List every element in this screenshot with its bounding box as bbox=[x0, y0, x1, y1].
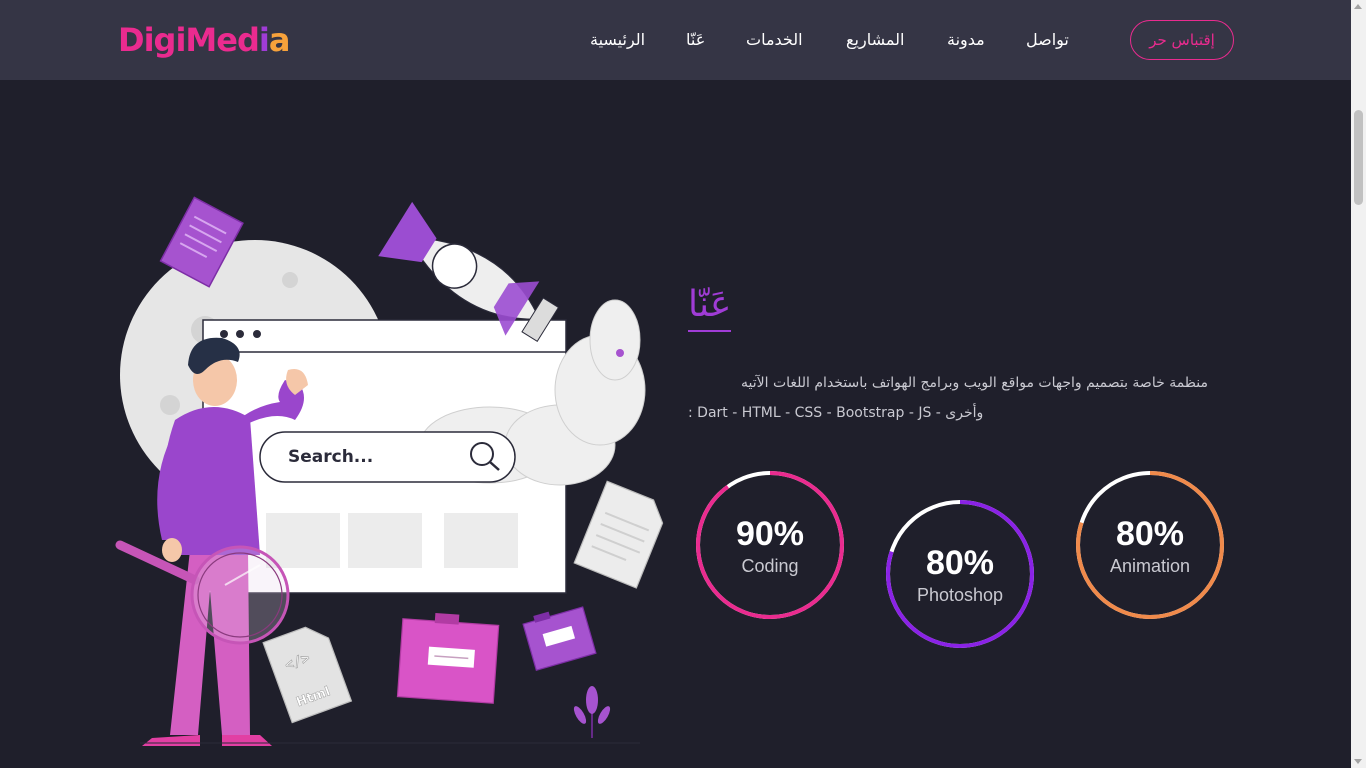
skill-label: Coding bbox=[741, 556, 799, 576]
navbar: DigiMedia الرئيسية عَنّا الخدمات المشاري… bbox=[0, 0, 1351, 80]
skill-circle-animation: 80% Animation bbox=[1074, 469, 1226, 621]
free-quote-button[interactable]: إقتباس حر bbox=[1130, 20, 1234, 60]
about-description-line1: منظمة خاصة بتصميم واجهات مواقع الويب وبر… bbox=[741, 375, 1208, 391]
about-description: منظمة خاصة بتصميم واجهات مواقع الويب وبر… bbox=[688, 368, 1208, 428]
skill-label: Animation bbox=[1109, 556, 1191, 576]
nav-link-blog[interactable]: مدونة bbox=[947, 28, 985, 52]
paper-document-icon bbox=[573, 480, 664, 589]
nav-link-about[interactable]: عَنّا bbox=[686, 28, 705, 52]
about-illustration: Search... </> Html bbox=[115, 196, 664, 746]
skill-percent: 80% bbox=[1115, 515, 1185, 553]
scrollbar-thumb[interactable] bbox=[1354, 110, 1363, 205]
plant-icon bbox=[573, 686, 611, 738]
page-scrollbar[interactable] bbox=[1351, 0, 1366, 768]
search-bar-graphic: Search... bbox=[259, 431, 516, 483]
about-title: عَنّا bbox=[688, 282, 732, 332]
html-document-icon: </> Html bbox=[262, 626, 353, 724]
page: DigiMedia الرئيسية عَنّا الخدمات المشاري… bbox=[0, 0, 1366, 768]
nav-link-contact[interactable]: تواصل bbox=[1026, 28, 1069, 52]
folder-icon-purple bbox=[522, 606, 597, 672]
nav-link-services[interactable]: الخدمات bbox=[746, 28, 803, 52]
scroll-down-arrow-icon[interactable] bbox=[1354, 759, 1362, 764]
skill-circle-photoshop: 80% Photoshop bbox=[884, 498, 1036, 650]
skill-label: Photoshop bbox=[916, 585, 1004, 605]
nav-link-home[interactable]: الرئيسية bbox=[590, 28, 645, 52]
about-description-line2: : Dart - HTML - CSS - Bootstrap - JS - و… bbox=[688, 405, 984, 421]
scroll-up-arrow-icon[interactable] bbox=[1354, 4, 1362, 9]
skill-circle-coding: 90% Coding bbox=[694, 469, 846, 621]
sparkle-dot bbox=[616, 349, 624, 357]
nav-link-projects[interactable]: المشاريع bbox=[846, 28, 904, 52]
skill-percent: 90% bbox=[735, 515, 805, 553]
skill-percent: 80% bbox=[925, 544, 995, 582]
search-text: Search... bbox=[288, 447, 373, 467]
folder-icon-pink bbox=[396, 613, 500, 704]
